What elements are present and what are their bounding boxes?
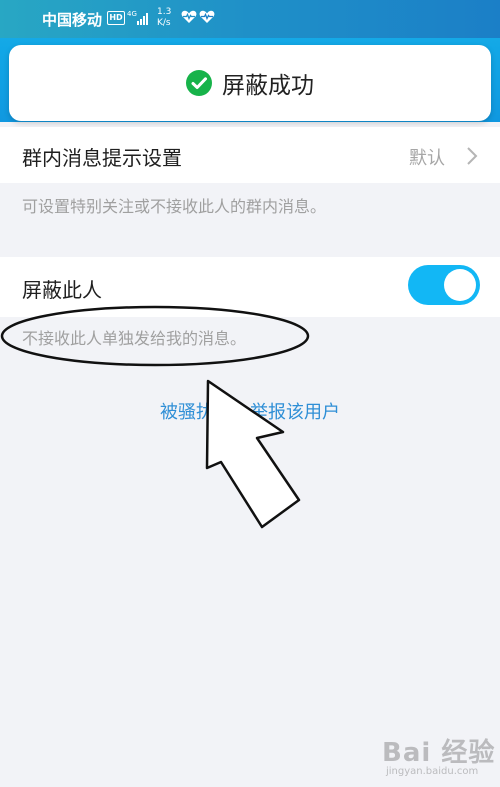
speed-unit: K/s bbox=[157, 18, 171, 28]
speed-value: 1.3 bbox=[157, 7, 172, 17]
check-circle-icon bbox=[186, 70, 212, 96]
toggle-knob bbox=[444, 269, 476, 301]
heart-rate-icon bbox=[181, 10, 197, 23]
group-notify-label: 群内消息提示设置 bbox=[22, 146, 182, 170]
group-notify-value: 默认 bbox=[409, 148, 445, 169]
group-notify-setting-row[interactable]: 群内消息提示设置 默认 bbox=[0, 127, 500, 183]
heart-rate-icon bbox=[199, 10, 215, 23]
block-user-label: 屏蔽此人 bbox=[22, 278, 102, 302]
signal-icon: 4G bbox=[127, 10, 148, 25]
chevron-right-icon bbox=[467, 147, 478, 165]
block-user-description: 不接收此人单独发给我的消息。 bbox=[22, 329, 247, 348]
network-type-label: 4G bbox=[127, 10, 137, 18]
success-toast: 屏蔽成功 bbox=[9, 45, 491, 121]
carrier-name: 中国移动 bbox=[42, 11, 103, 29]
network-speed: 1.3 K/s bbox=[157, 7, 171, 29]
watermark-sub: jingyan.baidu.com bbox=[386, 766, 479, 777]
toast-message: 屏蔽成功 bbox=[222, 73, 314, 99]
group-notify-description: 可设置特别关注或不接收此人的群内消息。 bbox=[22, 197, 327, 216]
status-bar: 中国移动 HD 4G 1.3 K/s bbox=[0, 0, 500, 38]
baidu-jingyan-watermark: Bai 经验 jingyan.baidu.com bbox=[370, 730, 500, 782]
block-user-row: 屏蔽此人 bbox=[0, 257, 500, 317]
hd-badge: HD bbox=[107, 11, 125, 25]
report-user-link[interactable]: 被骚扰了？举报该用户 bbox=[0, 398, 500, 424]
watermark-main: Bai 经验 bbox=[382, 738, 496, 768]
block-user-toggle[interactable] bbox=[408, 265, 480, 305]
